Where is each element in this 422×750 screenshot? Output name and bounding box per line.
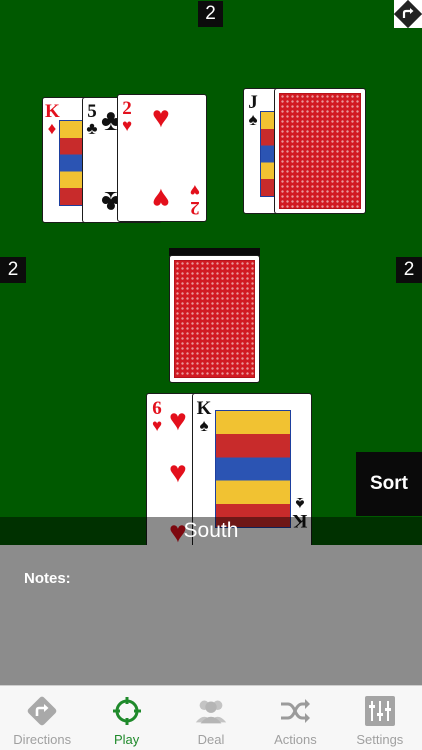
notes-label: Notes: xyxy=(24,570,71,587)
card-back-pattern xyxy=(174,260,255,378)
tab-bar: Directions Play Deal Actions Settings xyxy=(0,685,422,750)
card-index: 5 ♣ xyxy=(86,101,98,138)
pip: ♥ xyxy=(152,182,170,215)
pip: ♥ xyxy=(169,456,187,489)
card-index: 2 ♥ xyxy=(121,98,133,135)
sort-button[interactable]: Sort xyxy=(356,452,422,516)
king-face-art xyxy=(215,410,291,528)
users-icon xyxy=(192,693,230,729)
card-index: 6 ♥ xyxy=(151,398,163,435)
sliders-icon xyxy=(361,693,399,729)
tab-play[interactable]: Play xyxy=(84,686,168,750)
north-count-badge: 2 xyxy=(198,1,223,27)
card-back-east[interactable] xyxy=(274,88,366,214)
card-index: J ♠ xyxy=(248,92,258,129)
tab-label: Deal xyxy=(197,732,225,747)
king-face-art xyxy=(59,120,83,206)
tab-actions[interactable]: Actions xyxy=(253,686,337,750)
player-name: South xyxy=(183,519,239,542)
card-index: K ♠ xyxy=(196,398,212,435)
card-north-3[interactable]: 2 ♥ ♥ ♥ 2 ♥ xyxy=(117,94,207,222)
west-count-badge: 2 xyxy=(0,257,26,283)
turn-arrow-icon xyxy=(393,0,422,29)
played-card-back xyxy=(169,255,260,383)
tab-label: Play xyxy=(113,732,140,747)
pip: ♥ xyxy=(169,404,187,437)
card-index: K ♦ xyxy=(45,101,60,138)
notes-area[interactable]: Notes: xyxy=(0,545,422,685)
card-back-pattern xyxy=(279,93,361,209)
card-table: 2 2 2 K ♦ 5 ♣ ♣ ♣ 2 ♥ ♥ ♥ 2 ♥ J ♠ 6 ♥ ♥ … xyxy=(0,0,422,545)
tab-settings[interactable]: Settings xyxy=(338,686,422,750)
tab-label: Directions xyxy=(13,732,72,747)
card-index: 2 ♥ xyxy=(189,181,201,218)
east-count-badge: 2 xyxy=(396,257,422,283)
directions-icon xyxy=(23,693,61,729)
shuffle-icon xyxy=(276,693,314,729)
tab-directions[interactable]: Directions xyxy=(0,686,84,750)
tab-label: Settings xyxy=(356,732,404,747)
directions-corner-button[interactable] xyxy=(393,0,422,29)
target-icon xyxy=(108,693,146,729)
tab-label: Actions xyxy=(274,732,317,747)
tab-deal[interactable]: Deal xyxy=(169,686,253,750)
pip: ♥ xyxy=(152,101,170,134)
